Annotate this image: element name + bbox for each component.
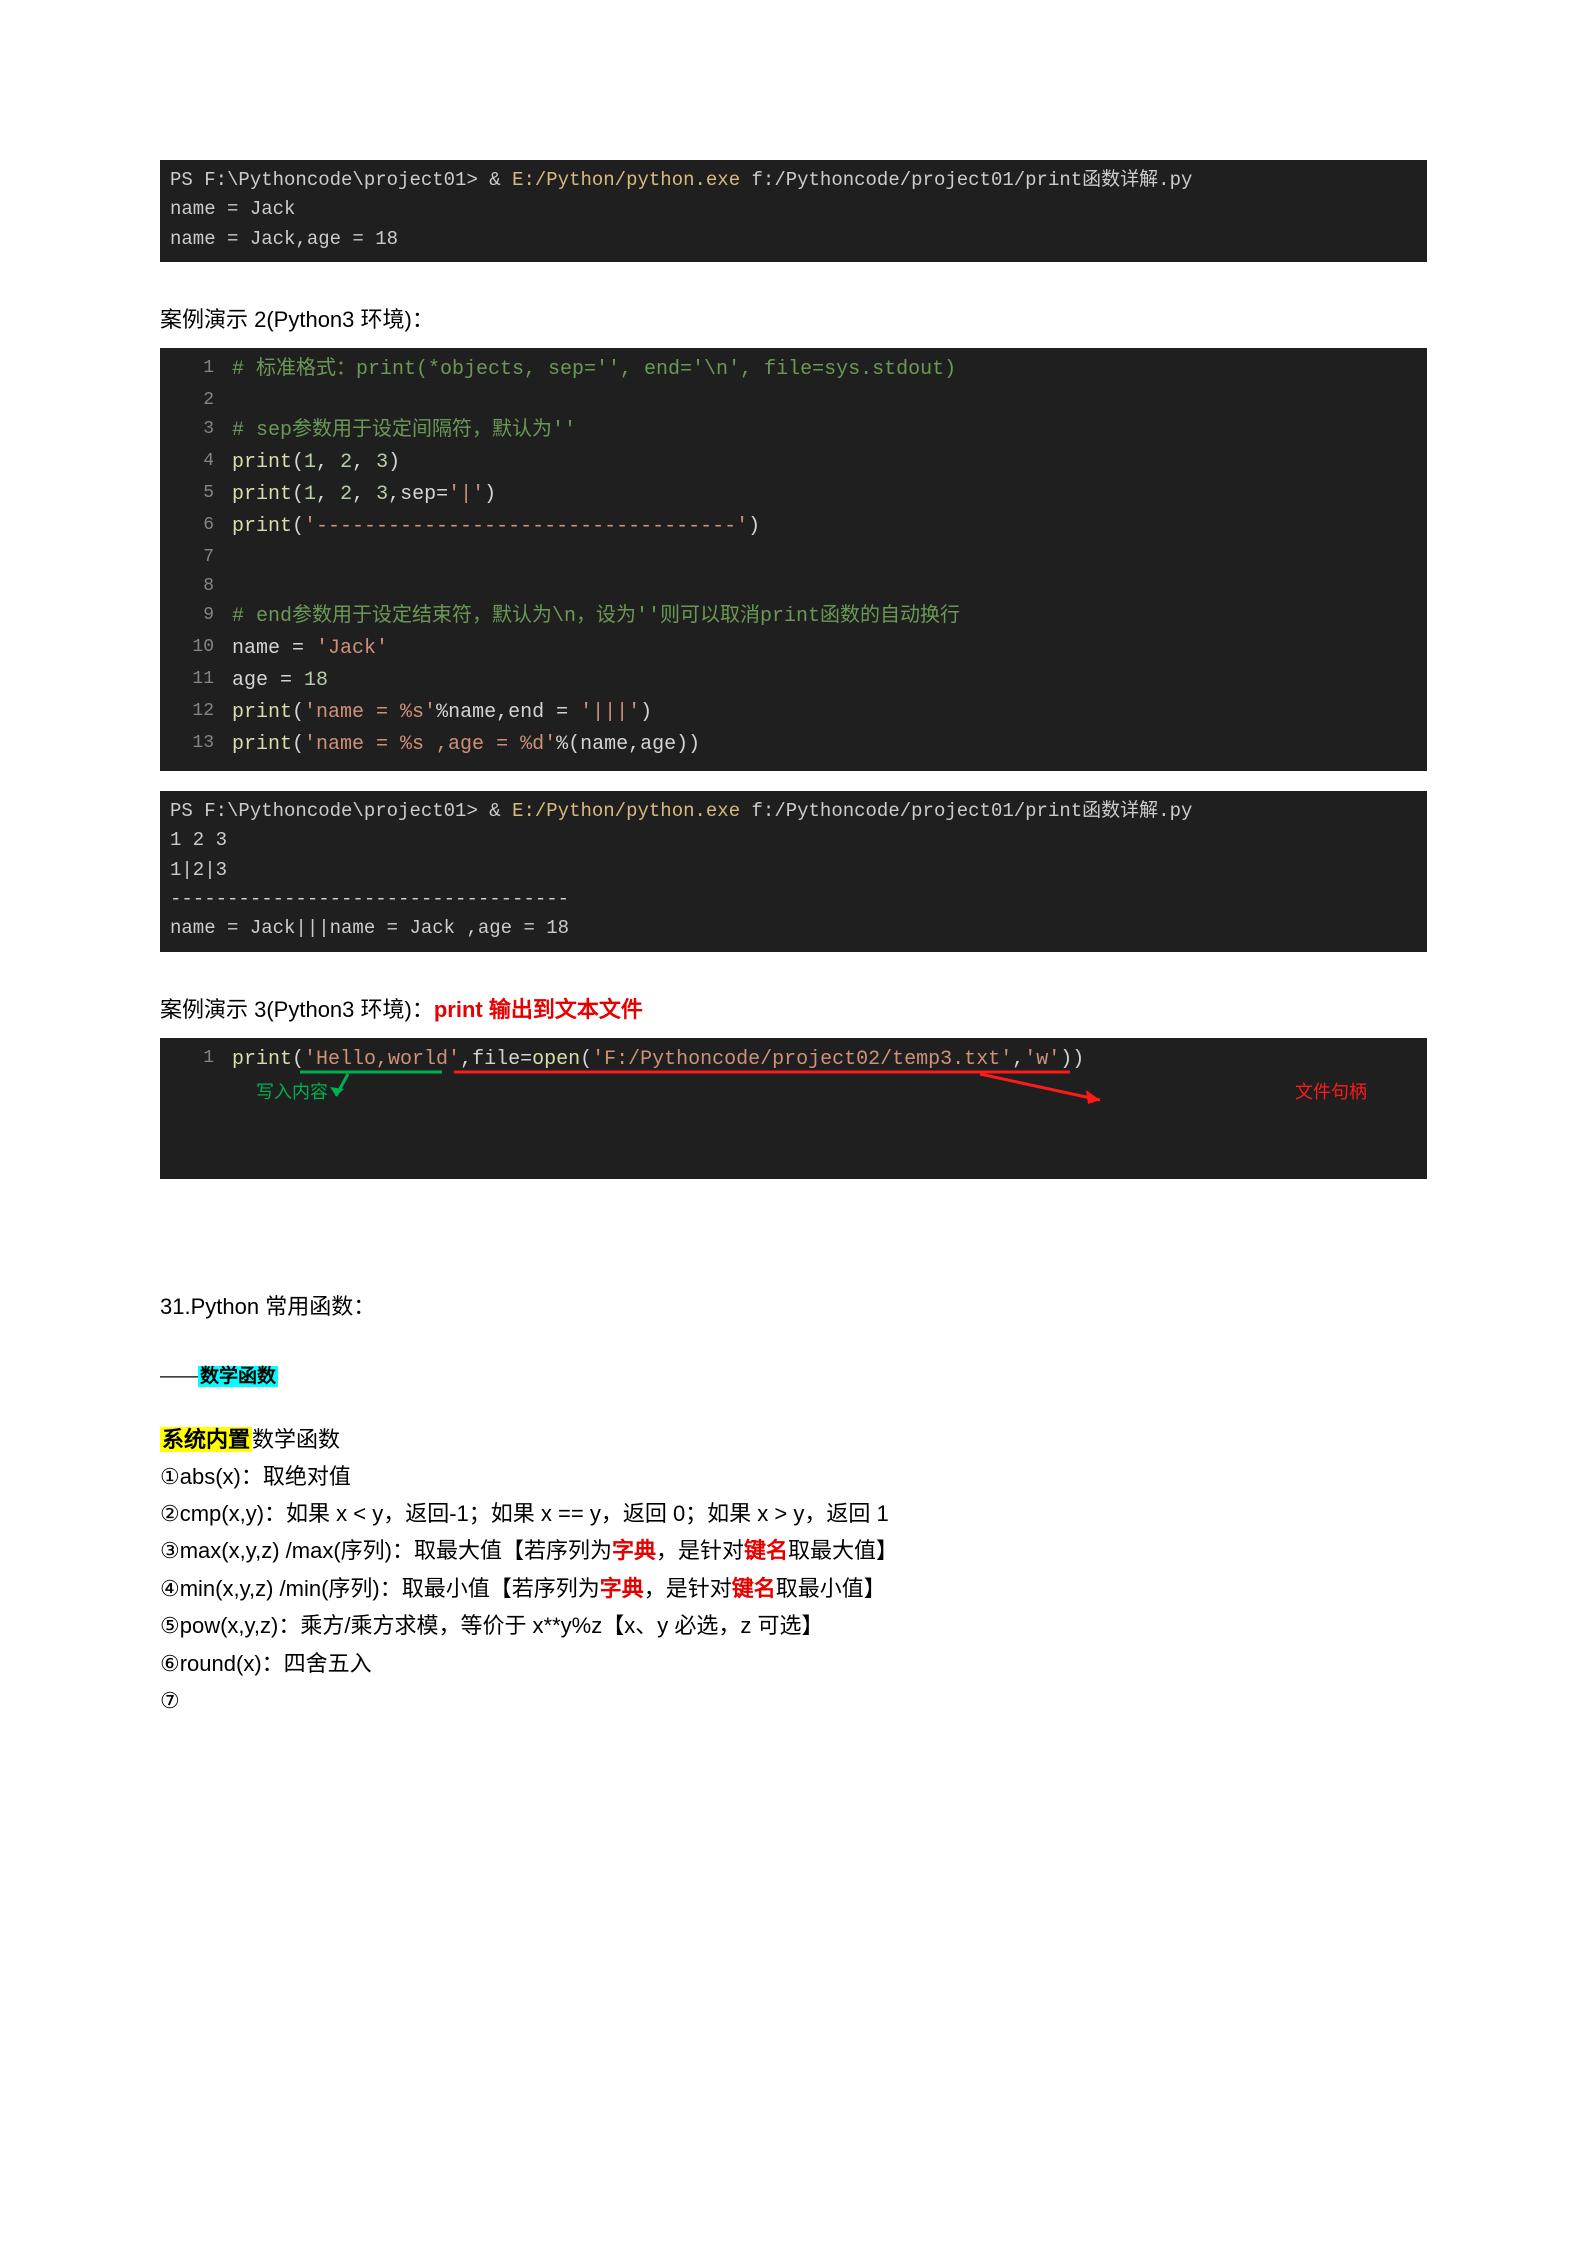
code-comment: # sep参数用于设定间隔符，默认为'' — [232, 419, 576, 442]
exe-path: E:/Python/python.exe — [512, 169, 740, 191]
code-line: print('name = %s ,age = %d'%(name,age)) — [232, 729, 1427, 761]
math-heading: ——数学函数 — [160, 1361, 1427, 1388]
terminal-line: name = Jack — [170, 198, 295, 220]
exe-path: E:/Python/python.exe — [512, 800, 740, 822]
terminal-output-2: PS F:\Pythoncode\project01> & E:/Python/… — [160, 791, 1427, 952]
code-line: print('Hello,world',file=open('F:/Python… — [232, 1044, 1427, 1076]
code-block-2: 1# 标准格式：print(*objects, sep='', end='\n'… — [160, 348, 1427, 770]
code-line: print(1, 2, 3) — [232, 447, 1427, 479]
terminal-line: 1|2|3 — [170, 859, 227, 881]
terminal-line: ----------------------------------- — [170, 888, 569, 910]
script-path: f:/Pythoncode/project01/print函数详解.py — [740, 169, 1192, 191]
annotation-write-content: 写入内容 — [256, 1080, 328, 1109]
code-line: print(1, 2, 3,sep='|') — [232, 479, 1427, 511]
terminal-line: name = Jack|||name = Jack ,age = 18 — [170, 917, 569, 939]
list-item: ⑥round(x)：四舍五入 — [160, 1645, 1427, 1682]
list-item: ⑦ — [160, 1682, 1427, 1719]
code-line: age = 18 — [232, 665, 1427, 697]
terminal-line: 1 2 3 — [170, 829, 227, 851]
list-item: ②cmp(x,y)：如果 x < y，返回-1；如果 x == y，返回 0；如… — [160, 1495, 1427, 1532]
page-root: PS F:\Pythoncode\project01> & E:/Python/… — [0, 0, 1587, 2245]
list-item: ⑤pow(x,y,z)：乘方/乘方求模，等价于 x**y%z【x、y 必选，z … — [160, 1607, 1427, 1644]
code-comment: # 标准格式：print(*objects, sep='', end='\n',… — [232, 358, 956, 381]
script-path: f:/Pythoncode/project01/print函数详解.py — [740, 800, 1192, 822]
list-item: ③max(x,y,z) /max(序列)：取最大值【若序列为字典，是针对键名取最… — [160, 1532, 1427, 1569]
code-block-3: 1 print('Hello,world',file=open('F:/Pyth… — [160, 1038, 1427, 1179]
annotation-file-handle: 文件句柄 — [1295, 1080, 1367, 1109]
terminal-line: name = Jack,age = 18 — [170, 228, 398, 250]
ps-prompt: PS F:\Pythoncode\project01> & — [170, 169, 512, 191]
example-3-label: 案例演示 3(Python3 环境)：print 输出到文本文件 — [160, 992, 1427, 1024]
annotation-row: 写入内容 文件句柄 — [160, 1080, 1427, 1109]
terminal-output-1: PS F:\Pythoncode\project01> & E:/Python/… — [160, 160, 1427, 262]
list-item: ①abs(x)：取绝对值 — [160, 1458, 1427, 1495]
section-31-title: 31.Python 常用函数： — [160, 1289, 1427, 1321]
code-line: print('name = %s'%name,end = '|||') — [232, 697, 1427, 729]
code-comment: # end参数用于设定结束符，默认为\n，设为''则可以取消print函数的自动… — [232, 605, 960, 628]
ps-prompt: PS F:\Pythoncode\project01> & — [170, 800, 512, 822]
example-2-label: 案例演示 2(Python3 环境)： — [160, 302, 1427, 334]
code-line: print('---------------------------------… — [232, 511, 1427, 543]
code-line: name = 'Jack' — [232, 633, 1427, 665]
list-item: ④min(x,y,z) /min(序列)：取最小值【若序列为字典，是针对键名取最… — [160, 1570, 1427, 1607]
builtin-math-heading: 系统内置数学函数 — [160, 1422, 1427, 1454]
math-function-list: ①abs(x)：取绝对值 ②cmp(x,y)：如果 x < y，返回-1；如果 … — [160, 1458, 1427, 1720]
